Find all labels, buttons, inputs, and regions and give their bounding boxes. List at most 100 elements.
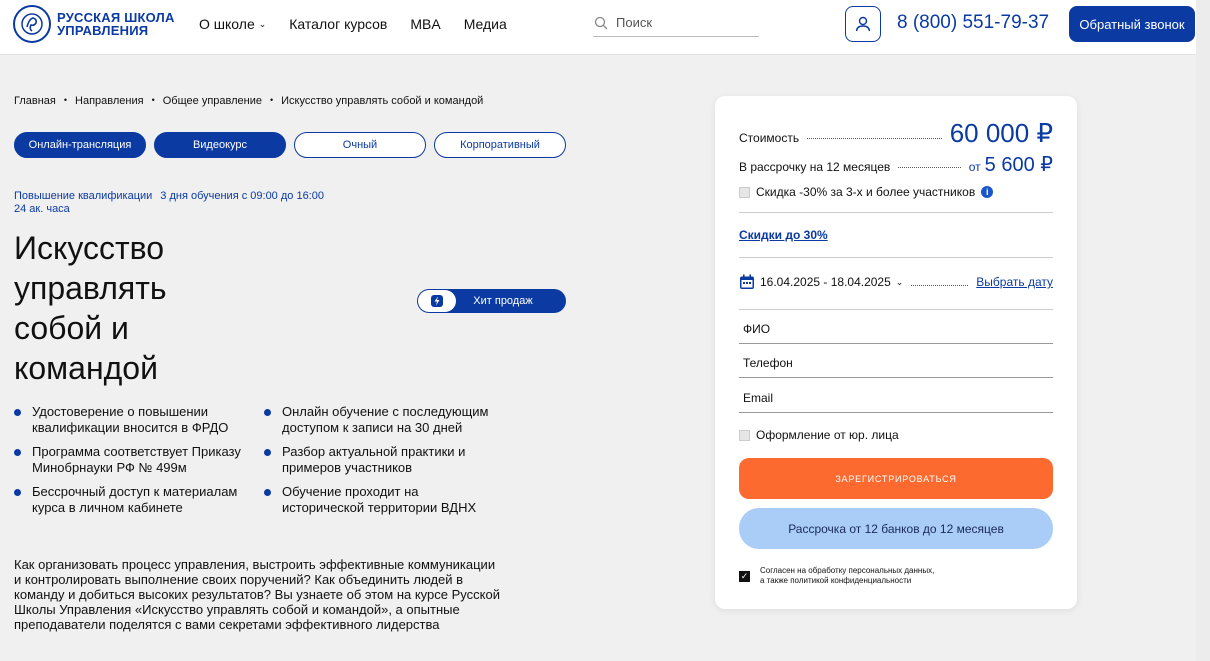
bullet-icon (14, 449, 21, 456)
group-discount-row: Скидка -30% за 3-х и более участников i (739, 185, 994, 199)
feature-item: Разбор актуальной практики и примеров уч… (264, 444, 504, 476)
consent-row: ✓ Согласен на обработку персональных дан… (739, 566, 934, 586)
installment-row: В рассрочку на 12 месяцев от 5 600 ₽ (739, 152, 1053, 177)
main-nav: О школе ⌄ Каталог курсов MBA Медиа (199, 16, 507, 32)
email-field (739, 391, 1053, 413)
format-online-button[interactable]: Онлайн-трансляция (14, 132, 146, 158)
nav-item-label: Каталог курсов (289, 16, 388, 32)
feature-text: Обучение проходит на исторической террит… (282, 484, 477, 515)
group-discount-checkbox[interactable] (739, 186, 750, 198)
logo-emblem-icon (13, 5, 51, 43)
feature-text: Бессрочный доступ к материалам курса в л… (32, 484, 238, 515)
breadcrumb-separator: • (151, 95, 155, 105)
format-selector: Онлайн-трансляция Видеокурс Очный Корпор… (14, 132, 566, 158)
feature-item: Обучение проходит на исторической террит… (264, 484, 504, 516)
installment-price: 5 600 ₽ (984, 154, 1053, 176)
breadcrumb: Главная • Направления • Общее управление… (14, 95, 483, 107)
lightning-icon (418, 290, 456, 312)
phone-field (739, 356, 1053, 378)
bullet-icon (264, 409, 271, 416)
nav-item-label: Медиа (463, 16, 507, 32)
feature-item: Онлайн обучение с последующим доступом к… (264, 404, 504, 436)
phone-number[interactable]: 8 (800) 551-79-37 (897, 12, 1049, 34)
user-icon (855, 16, 871, 32)
callback-button[interactable]: Обратный звонок (1069, 6, 1195, 42)
feature-item: Удостоверение о повышении квалификации в… (14, 404, 264, 436)
dotted-leader (898, 167, 961, 168)
legal-entity-row: Оформление от юр. лица (739, 428, 899, 442)
consent-line-2[interactable]: а также политикой конфиденциальности (760, 576, 934, 586)
logo-line-2: УПРАВЛЕНИЯ (57, 23, 149, 38)
date-range-select[interactable]: 16.04.2025 - 18.04.2025 (760, 275, 891, 289)
installment-from: от (968, 160, 981, 174)
bestseller-badge: Хит продаж (417, 289, 566, 313)
name-field (739, 322, 1053, 344)
chevron-down-icon: ⌄ (895, 276, 904, 287)
site-header: РУССКАЯ ШКОЛА УПРАВЛЕНИЯ О школе ⌄ Катал… (0, 0, 1210, 55)
feature-item: Бессрочный доступ к материалам курса в л… (14, 484, 264, 516)
logo[interactable]: РУССКАЯ ШКОЛА УПРАВЛЕНИЯ (13, 5, 175, 43)
nav-item-label: О школе (199, 16, 255, 32)
search-icon (594, 16, 608, 29)
feature-text: Программа соответствует Приказу Минобрна… (32, 444, 241, 475)
search-input[interactable] (616, 15, 746, 30)
bullet-icon (264, 449, 271, 456)
logo-text: РУССКАЯ ШКОЛА УПРАВЛЕНИЯ (57, 11, 175, 37)
breadcrumb-item[interactable]: Главная (14, 95, 56, 107)
format-video-button[interactable]: Видеокурс (154, 132, 286, 158)
nav-item-label: MBA (410, 16, 441, 32)
breadcrumb-item[interactable]: Общее управление (163, 95, 262, 107)
consent-line-1: Согласен на обработку персональных данны… (760, 566, 935, 575)
divider (739, 309, 1053, 310)
page-title: Искусство управлять собой и командой (14, 230, 167, 386)
consent-text: Согласен на обработку персональных данны… (760, 566, 934, 586)
divider (739, 212, 1053, 213)
feature-text: Удостоверение о повышении квалификации в… (32, 404, 229, 435)
price-label: Стоимость (739, 131, 800, 145)
breadcrumb-separator: • (63, 95, 68, 105)
profile-button[interactable] (845, 6, 881, 42)
installment-label: В рассрочку на 12 месяцев (739, 160, 891, 174)
calendar-icon (740, 274, 754, 289)
name-input[interactable] (743, 322, 1053, 336)
search-box (593, 9, 759, 37)
choose-date-link[interactable]: Выбрать дату (976, 275, 1053, 289)
feature-text: Онлайн обучение с последующим доступом к… (282, 404, 489, 435)
bullet-icon (14, 489, 21, 496)
legal-entity-label: Оформление от юр. лица (756, 428, 899, 442)
price-row: Стоимость 60 000 ₽ (739, 118, 1053, 149)
dotted-leader (911, 284, 969, 286)
bullet-icon (264, 489, 271, 496)
breadcrumb-item[interactable]: Направления (75, 95, 144, 107)
nav-item-about[interactable]: О школе ⌄ (199, 16, 266, 32)
info-icon[interactable]: i (981, 186, 994, 198)
consent-checkbox[interactable]: ✓ (739, 570, 750, 582)
course-description: Как организовать процесс управления, выс… (14, 557, 500, 632)
format-offline-button[interactable]: Очный (294, 132, 426, 158)
scrollbar[interactable] (1196, 0, 1210, 661)
nav-item-mba[interactable]: MBA (410, 16, 440, 32)
bestseller-label: Хит продаж (473, 295, 533, 307)
course-schedule: 3 дня обучения с 09:00 до 16:00 (160, 190, 324, 202)
course-hours: 24 ак. часа (14, 203, 70, 215)
breadcrumb-separator: • (269, 95, 274, 105)
email-input[interactable] (743, 391, 1053, 405)
date-row: 16.04.2025 - 18.04.2025 ⌄ Выбрать дату (739, 274, 1053, 290)
dotted-leader (807, 138, 942, 139)
phone-input[interactable] (743, 356, 1053, 370)
feature-text: Разбор актуальной практики и примеров уч… (282, 444, 466, 475)
chevron-down-icon: ⌄ (258, 18, 267, 29)
register-button[interactable]: ЗАРЕГИСТРИРОВАТЬСЯ (739, 458, 1053, 499)
course-meta: Повышение квалификации 3 дня обучения с 0… (14, 190, 324, 216)
discounts-link[interactable]: Скидки до 30% (739, 228, 828, 242)
breadcrumb-item-current: Искусство управлять собой и командой (281, 95, 484, 107)
nav-item-media[interactable]: Медиа (464, 16, 507, 32)
group-discount-label: Скидка -30% за 3-х и более участников (756, 185, 976, 199)
nav-item-catalog[interactable]: Каталог курсов (289, 16, 387, 32)
format-corporate-button[interactable]: Корпоративный (434, 132, 566, 158)
installment-button[interactable]: Рассрочка от 12 банков до 12 месяцев (739, 508, 1053, 549)
price-value: 60 000 ₽ (949, 118, 1053, 148)
legal-entity-checkbox[interactable] (739, 429, 750, 441)
registration-card: Стоимость 60 000 ₽ В рассрочку на 12 мес… (715, 96, 1077, 609)
features-list: Удостоверение о повышении квалификации в… (14, 404, 504, 516)
